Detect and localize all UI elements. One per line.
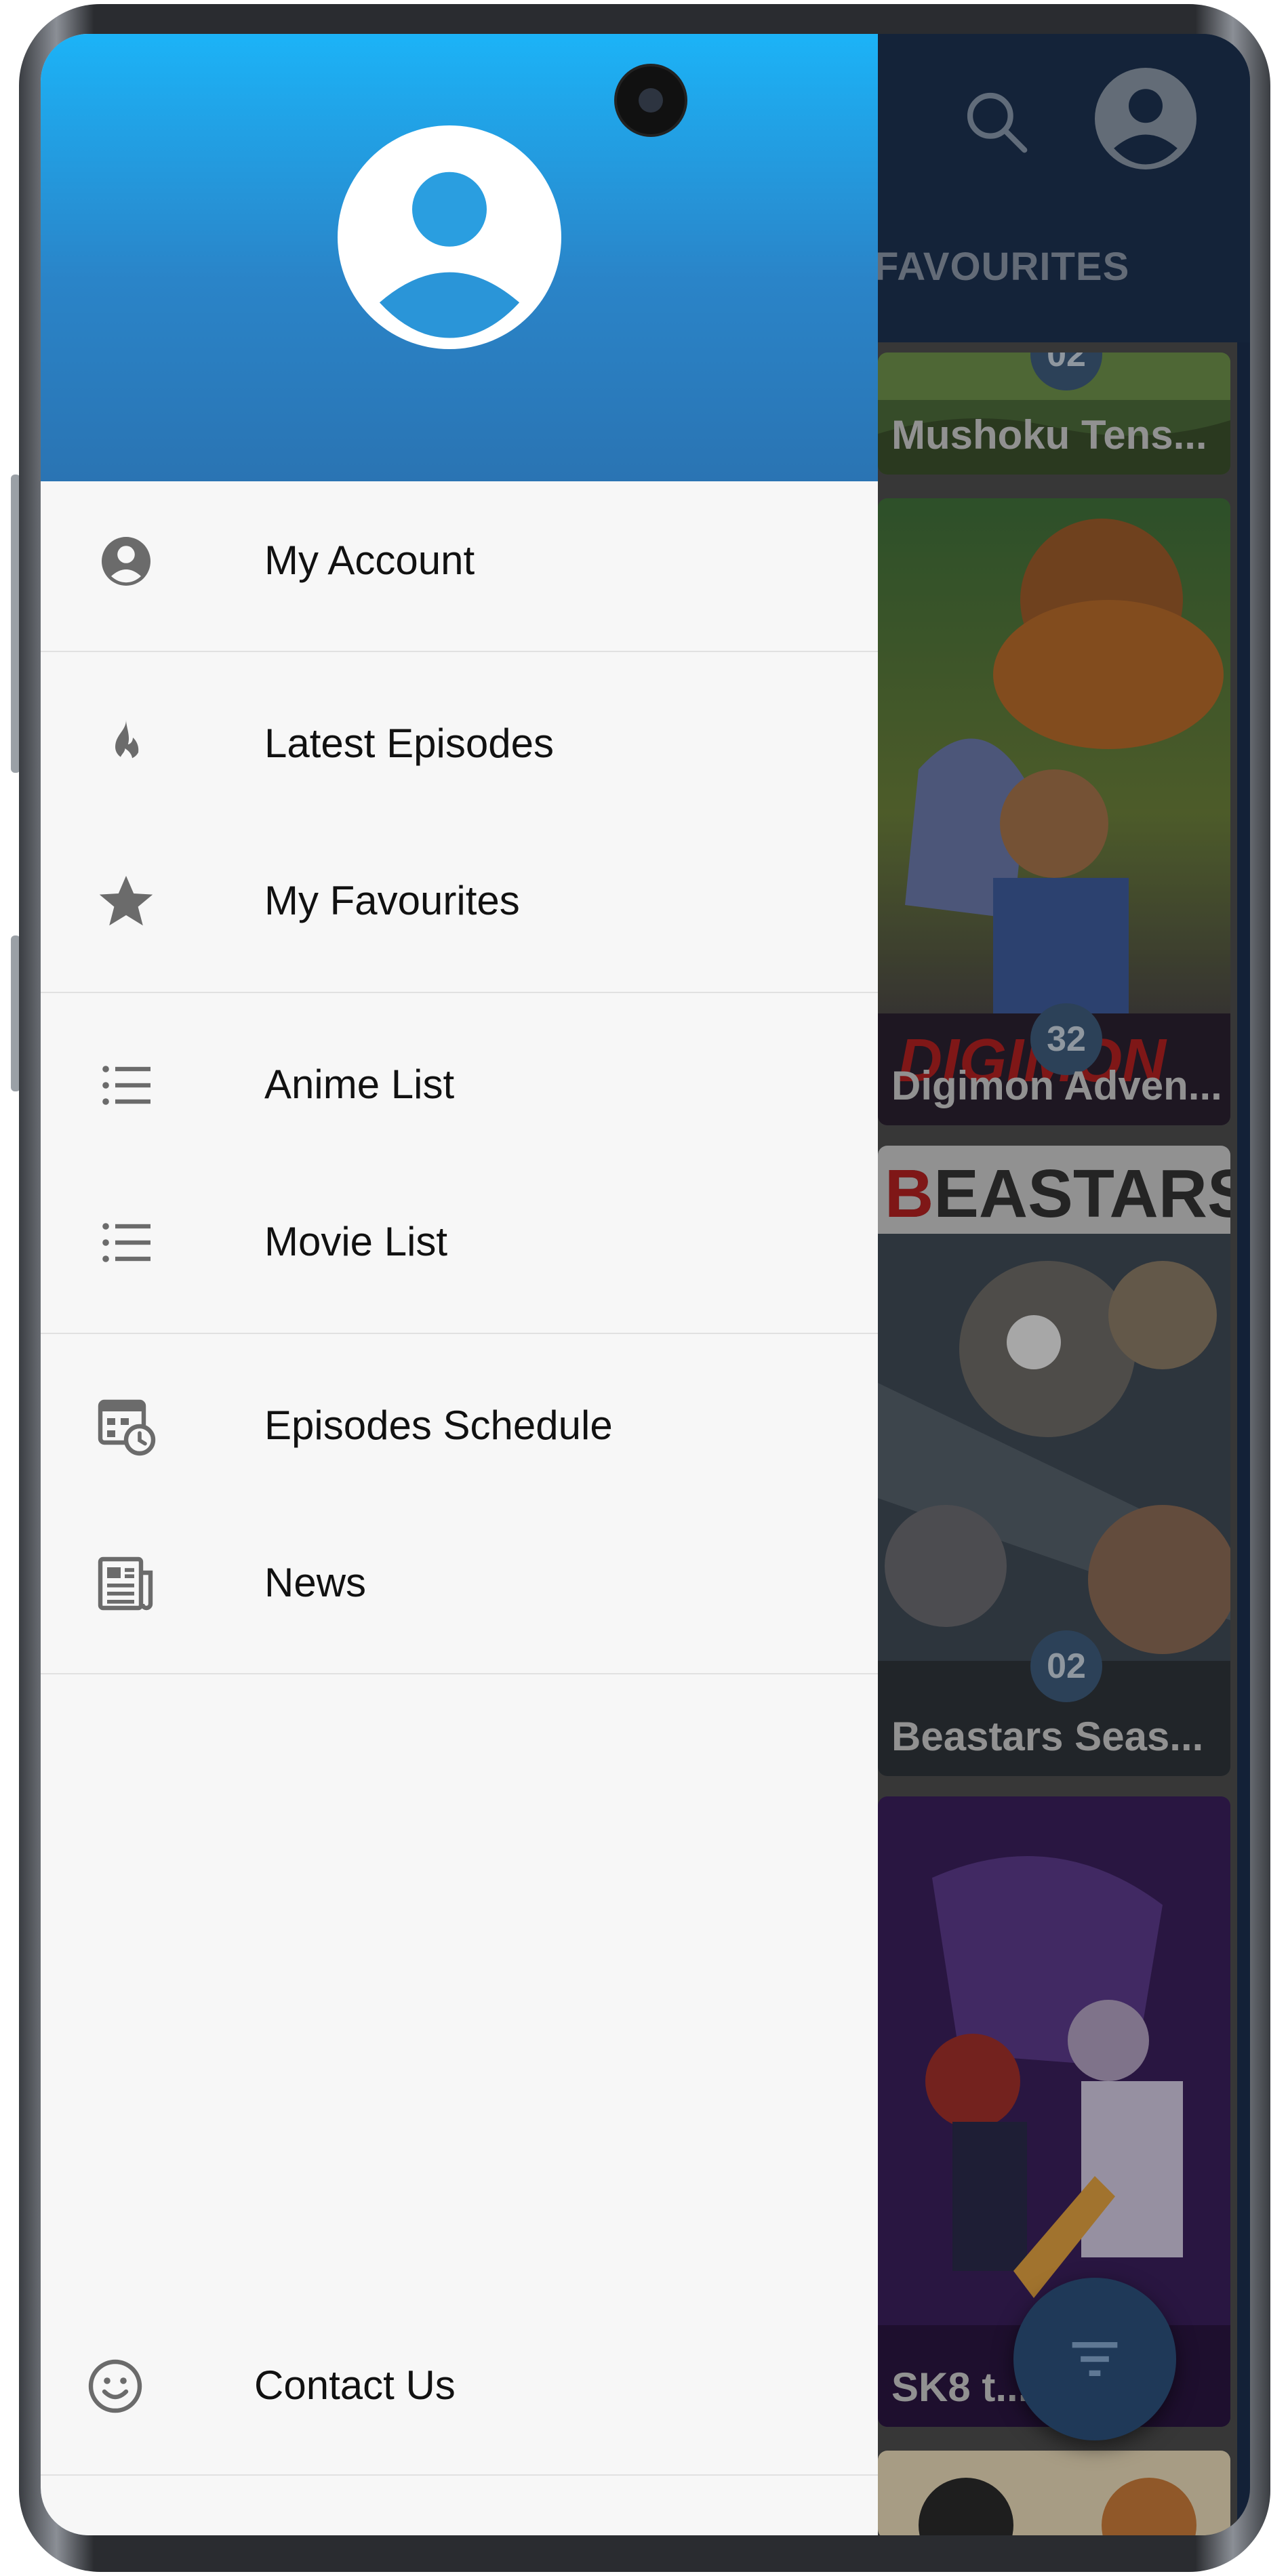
divider <box>41 1673 878 1674</box>
front-camera <box>617 66 685 134</box>
list-icon <box>102 1066 150 1105</box>
menu-item-news[interactable]: News <box>41 1504 878 1659</box>
menu-item-label: My Account <box>264 538 475 583</box>
account-circle-icon <box>102 537 150 586</box>
fire-icon <box>115 720 139 766</box>
smiley-icon <box>88 2359 142 2413</box>
drawer-header <box>41 34 878 481</box>
menu-item-label: Latest Episodes <box>264 721 554 766</box>
navigation-drawer: My Account Latest Episodes My Favourites <box>41 34 878 2535</box>
menu-item-anime-list[interactable]: Anime List <box>41 1005 878 1161</box>
list-icon <box>102 1223 150 1262</box>
menu-item-label: News <box>264 1560 367 1605</box>
menu-item-latest-episodes[interactable]: Latest Episodes <box>41 664 878 820</box>
star-icon <box>99 876 153 926</box>
menu-item-label: Contact Us <box>254 2362 456 2408</box>
profile-avatar-icon[interactable] <box>338 125 561 349</box>
screen: FAVOURITES 02 Mushoku Tens... DIGIMON 32… <box>41 34 1250 2535</box>
menu-item-label: My Favourites <box>264 878 520 923</box>
newspaper-icon <box>98 1556 153 1611</box>
divider <box>41 992 878 993</box>
menu-item-my-account[interactable]: My Account <box>41 481 878 637</box>
divider <box>41 651 878 652</box>
menu-item-contact-us[interactable]: Contact Us <box>41 2306 878 2462</box>
menu-item-my-favourites[interactable]: My Favourites <box>41 822 878 978</box>
filter-button[interactable] <box>1013 2278 1176 2440</box>
menu-item-label: Anime List <box>264 1062 455 1107</box>
divider <box>41 1333 878 1334</box>
drawer-scrim[interactable] <box>878 34 1250 2535</box>
menu-item-label: Movie List <box>264 1219 448 1264</box>
schedule-icon <box>98 1399 156 1456</box>
menu-item-episodes-schedule[interactable]: Episodes Schedule <box>41 1346 878 1502</box>
filter-icon <box>1072 2342 1118 2376</box>
divider <box>41 2474 878 2476</box>
menu-item-movie-list[interactable]: Movie List <box>41 1163 878 1319</box>
phone-frame: FAVOURITES 02 Mushoku Tens... DIGIMON 32… <box>0 0 1288 2576</box>
menu-item-label: Episodes Schedule <box>264 1403 613 1448</box>
